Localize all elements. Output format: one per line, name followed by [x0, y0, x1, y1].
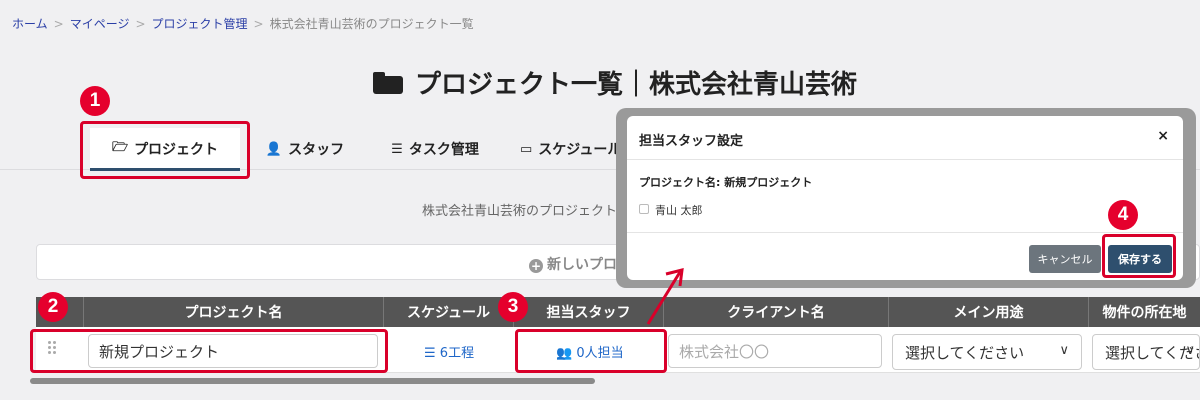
list-check-icon: ☰	[424, 346, 440, 361]
staff-assign-modal: 担当スタッフ設定 × プロジェクト名: 新規プロジェクト 青山 太郎 キャンセル…	[627, 116, 1183, 280]
arrow-annotation-icon	[646, 268, 684, 325]
list-check-icon: ☰	[391, 141, 403, 157]
highlight-box-step-2	[30, 329, 388, 373]
step-badge-1: 1	[80, 86, 110, 116]
breadcrumb-separator: >	[135, 17, 146, 31]
project-list-description: 株式会社青山芸術のプロジェクト	[422, 204, 618, 219]
client-name-input[interactable]: 株式会社〇〇	[668, 334, 882, 368]
breadcrumb-project-management[interactable]: プロジェクト管理	[152, 17, 248, 31]
tab-tasks[interactable]: ☰ タスク管理	[380, 128, 490, 170]
cancel-button[interactable]: キャンセル	[1029, 245, 1101, 273]
chevron-down-icon: ∨	[1185, 343, 1195, 358]
plus-circle-icon: +	[529, 259, 543, 273]
tab-schedule-label: スケジュール	[538, 142, 622, 158]
chevron-down-icon: ∨	[1059, 343, 1069, 358]
page-title: プロジェクト一覧｜株式会社青山芸術	[0, 64, 1200, 101]
schedule-link-label: 6工程	[439, 346, 475, 361]
folder-open-icon	[372, 72, 403, 94]
tab-staff[interactable]: 👤 スタッフ	[255, 128, 355, 170]
column-header-client: クライアント名	[663, 297, 888, 327]
column-header-project-name: プロジェクト名	[83, 297, 383, 327]
page-title-text: プロジェクト一覧｜株式会社青山芸術	[414, 70, 857, 100]
tab-schedule[interactable]: ▭ スケジュール	[520, 128, 630, 170]
breadcrumb-mypage[interactable]: マイページ	[70, 17, 130, 31]
tab-tasks-label: タスク管理	[408, 142, 479, 158]
column-header-location: 物件の所在地	[1088, 297, 1200, 327]
staff-checkbox[interactable]	[639, 204, 649, 214]
column-header-usage: メイン用途	[888, 297, 1088, 327]
modal-footer: キャンセル 保存する	[627, 232, 1183, 280]
modal-title: 担当スタッフ設定	[639, 134, 744, 149]
breadcrumb-home[interactable]: ホーム	[12, 17, 48, 31]
highlight-box-step-1	[80, 121, 250, 179]
staff-checkbox-label[interactable]: 青山 太郎	[655, 202, 703, 218]
modal-project-name: プロジェクト名: 新規プロジェクト	[639, 176, 813, 189]
column-header-schedule: スケジュール	[383, 297, 513, 327]
breadcrumb: ホーム > マイページ > プロジェクト管理 > 株式会社青山芸術のプロジェクト一覧	[12, 15, 474, 32]
usage-select-value: 選択してください	[905, 344, 1025, 362]
breadcrumb-current: 株式会社青山芸術のプロジェクト一覧	[269, 17, 474, 31]
user-gear-icon: 👤	[265, 141, 283, 157]
table-header: プロジェクト名 スケジュール 担当スタッフ クライアント名 メイン用途 物件の所…	[36, 297, 1200, 327]
tab-staff-label: スタッフ	[288, 142, 345, 158]
calendar-icon: ▭	[520, 141, 533, 157]
breadcrumb-separator: >	[53, 17, 64, 31]
schedule-link[interactable]: ☰ 6工程	[424, 342, 474, 361]
modal-header: 担当スタッフ設定 ×	[627, 116, 1183, 160]
step-badge-4: 4	[1108, 200, 1138, 230]
step-badge-2: 2	[38, 292, 68, 322]
breadcrumb-separator: >	[253, 17, 264, 31]
step-badge-3: 3	[498, 292, 528, 322]
highlight-box-step-4	[1102, 234, 1176, 278]
usage-select[interactable]: 選択してください ∨	[892, 334, 1082, 370]
highlight-box-step-3	[515, 329, 667, 373]
horizontal-scrollbar[interactable]	[30, 378, 595, 384]
close-icon[interactable]: ×	[1157, 128, 1169, 144]
location-select[interactable]: 選択してくださ ∨	[1092, 334, 1200, 370]
